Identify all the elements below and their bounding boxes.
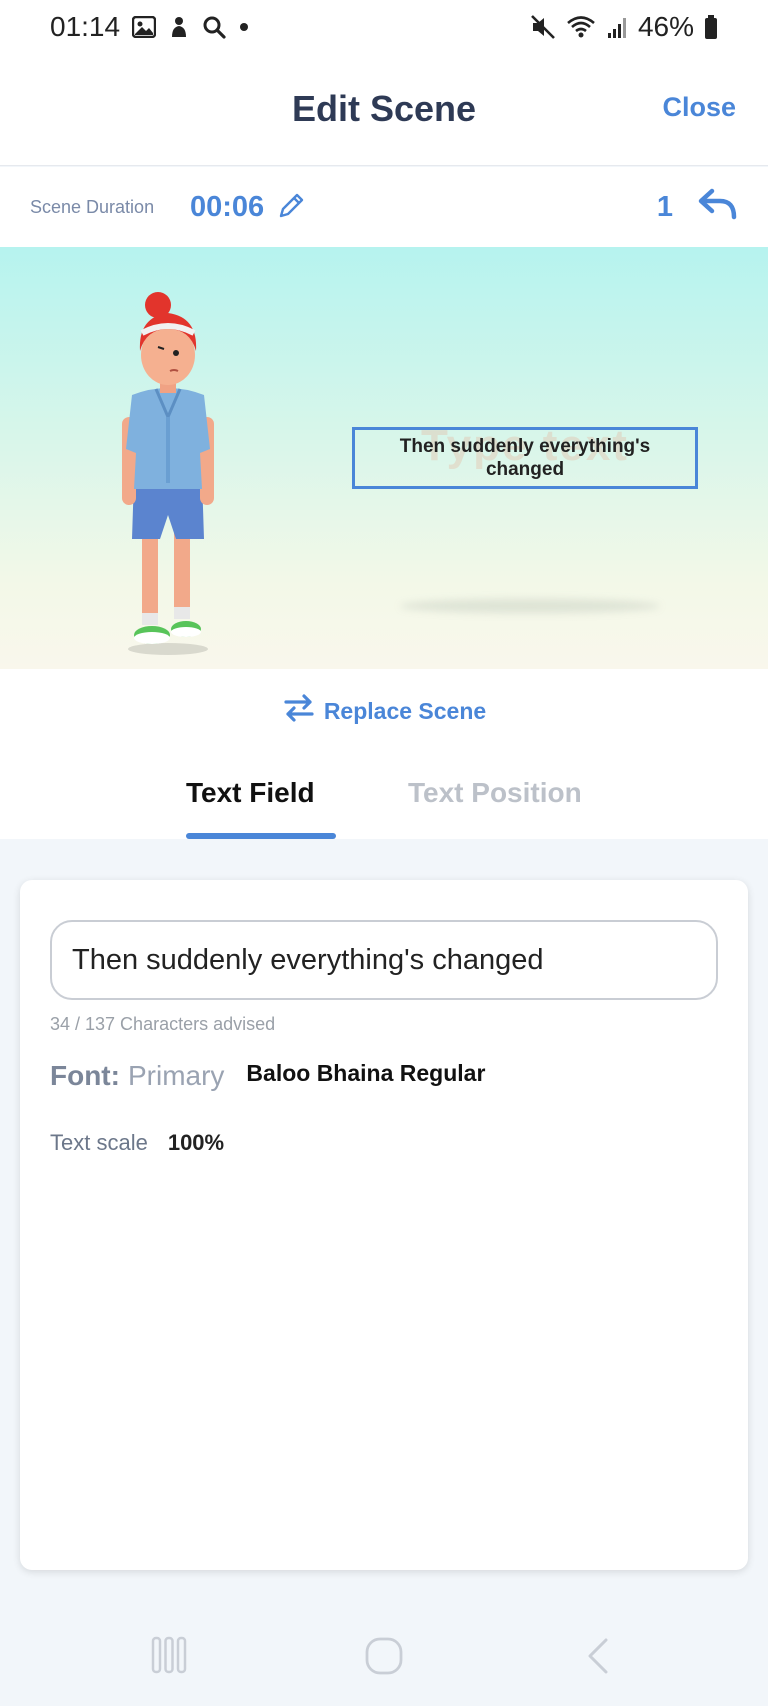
- undo-count: 1: [656, 191, 673, 223]
- font-row[interactable]: Font: Primary Baloo Bhaina Regular: [50, 1060, 485, 1092]
- back-icon[interactable]: [584, 1636, 612, 1681]
- undo-icon[interactable]: [698, 187, 738, 228]
- battery-icon: [704, 14, 718, 40]
- font-name[interactable]: Baloo Bhaina Regular: [246, 1060, 485, 1087]
- edit-scene-screen: 01:14 46% Edit Scene Close Scene Duratio…: [0, 0, 768, 1706]
- search-icon: [202, 15, 226, 39]
- home-icon[interactable]: [364, 1636, 404, 1681]
- tab-text-field[interactable]: Text Field: [186, 777, 315, 809]
- scene-preview[interactable]: Type text Then suddenly everything's cha…: [0, 247, 768, 669]
- scene-text-box[interactable]: Type text Then suddenly everything's cha…: [352, 424, 698, 489]
- controls-area: Replace Scene Text Field Text Position: [0, 669, 768, 839]
- character-illustration: [122, 292, 214, 655]
- page-title: Edit Scene: [291, 88, 477, 129]
- scene-duration-value[interactable]: 00:06: [190, 191, 264, 224]
- character-count: 34 / 137 Characters advised: [50, 1014, 276, 1034]
- text-scale-row[interactable]: Text scale 100%: [50, 1130, 224, 1156]
- scene-duration-label: Scene Duration: [30, 197, 155, 217]
- swap-icon: [282, 693, 316, 729]
- mute-icon: [530, 14, 556, 40]
- close-button[interactable]: Close: [662, 92, 736, 123]
- gallery-icon: [132, 16, 157, 38]
- status-bar: 01:14 46%: [0, 0, 768, 54]
- font-label: Font:: [50, 1060, 120, 1091]
- replace-scene-label: Replace Scene: [323, 697, 487, 724]
- header: Edit Scene Close: [0, 54, 768, 166]
- scene-duration-row: Scene Duration 00:06 1: [0, 167, 768, 247]
- status-left: 01:14: [50, 11, 250, 43]
- ground-shadow: [400, 599, 660, 613]
- signal-icon: [606, 15, 628, 39]
- status-right: 46%: [530, 11, 718, 43]
- text-editor-card: 34 / 137 Characters advised Font: Primar…: [20, 880, 748, 1570]
- scene-text-input[interactable]: [50, 920, 718, 1000]
- tab-text-position[interactable]: Text Position: [408, 777, 582, 809]
- battery-percent: 46%: [637, 11, 694, 42]
- system-nav-bar: [0, 1610, 768, 1706]
- status-time: 01:14: [50, 11, 121, 42]
- scene-overlay-text: Then suddenly everything's changed: [399, 436, 651, 480]
- wifi-icon: [566, 14, 596, 40]
- text-scale-label: Text scale: [50, 1130, 148, 1155]
- editor-tabs: Text Field Text Position: [0, 769, 768, 839]
- replace-scene-button[interactable]: Replace Scene: [0, 693, 768, 729]
- active-tab-indicator: [186, 833, 336, 839]
- dot-icon: [238, 21, 250, 33]
- notification-icon: [168, 15, 190, 39]
- font-type: Primary: [127, 1060, 225, 1091]
- pencil-icon[interactable]: [276, 191, 306, 226]
- text-scale-value[interactable]: 100%: [168, 1130, 224, 1156]
- recent-apps-icon[interactable]: [150, 1636, 188, 1679]
